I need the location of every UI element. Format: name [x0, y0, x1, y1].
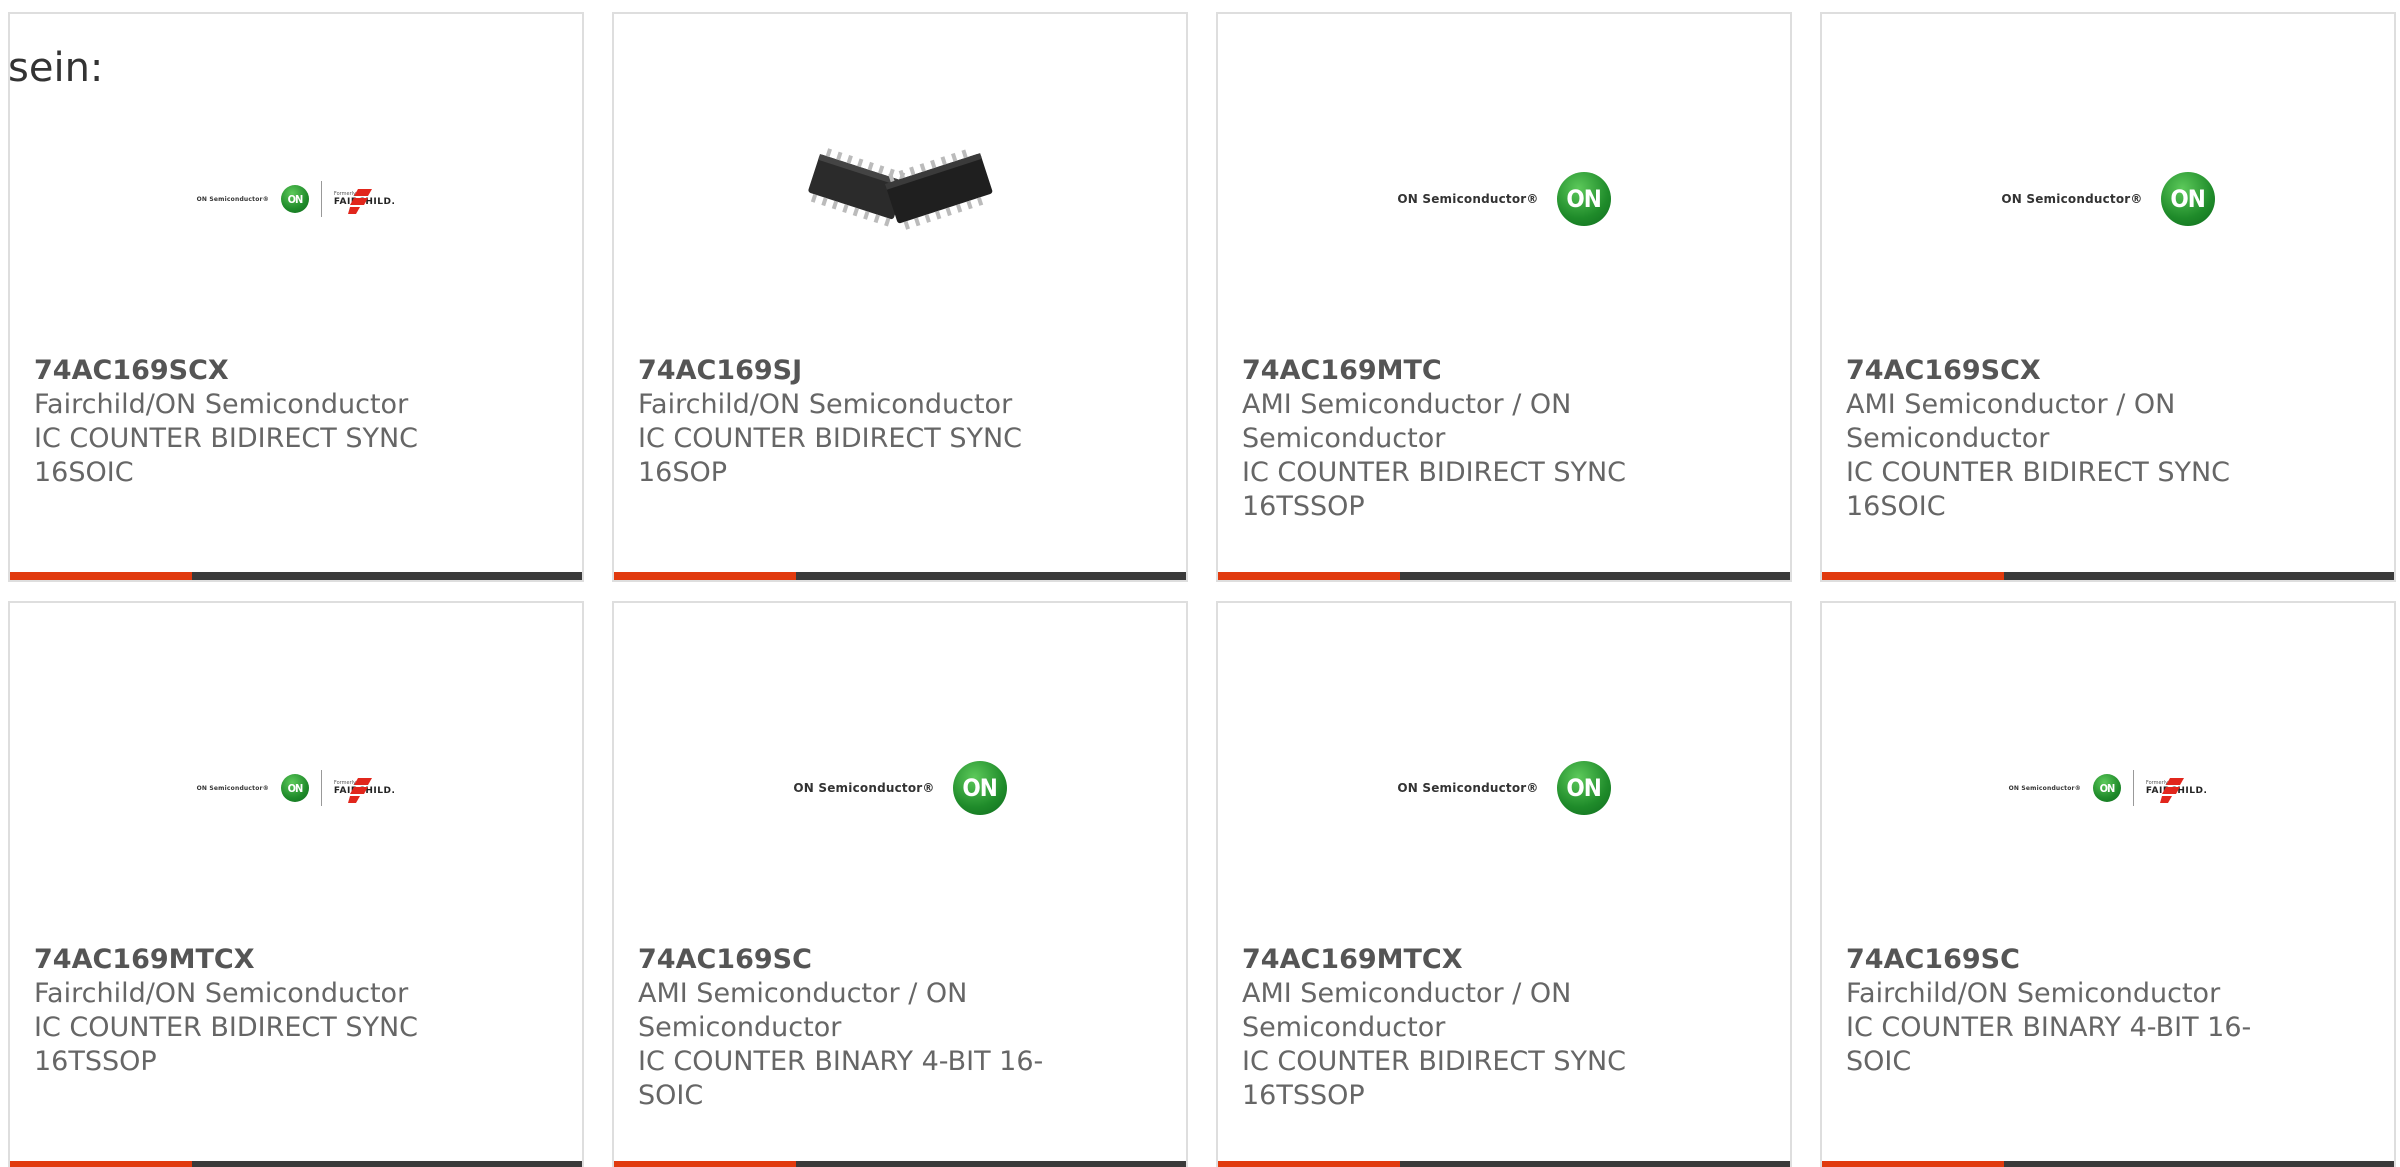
card-accent-bar: [614, 572, 796, 580]
on-semi-wordmark: ON Semiconductor®: [196, 784, 269, 792]
on-logo-icon: ON: [2092, 774, 2121, 802]
part-number[interactable]: 74AC169SCX: [34, 354, 454, 388]
on-logo-icon: ON: [1556, 172, 1611, 226]
product-info: 74AC169MTC AMI Semiconductor / ON Semicon…: [1242, 354, 1662, 524]
card-accent-bar: [1822, 1161, 2004, 1167]
logo-divider: [320, 770, 322, 806]
product-card[interactable]: ON Semiconductor® ON 74AC169SCX AMI Semicon…: [1820, 12, 2396, 582]
on-semi-wordmark: ON Semiconductor®: [793, 781, 935, 795]
product-image[interactable]: ON Semiconductor® ON FormerlyFAIRCHILD.: [10, 673, 582, 903]
product-info: 74AC169SJ Fairchild/ON Semiconductor IC CO…: [638, 354, 1058, 490]
fairchild-logo: FormerlyFAIRCHILD.: [2146, 778, 2207, 803]
manufacturer: AMI Semiconductor / ON Semiconductor: [1242, 389, 1572, 454]
part-number[interactable]: 74AC169MTCX: [1242, 943, 1662, 977]
on-logo-icon: ON: [280, 774, 309, 802]
card-footer-bar: [1822, 1161, 2394, 1167]
fairchild-logo: FormerlyFAIRCHILD.: [334, 778, 395, 803]
part-number[interactable]: 74AC169SC: [638, 943, 1058, 977]
manufacturer: AMI Semiconductor / ON Semiconductor: [1242, 978, 1572, 1043]
card-footer-bar: [10, 572, 582, 580]
product-info: 74AC169SC AMI Semiconductor / ON Semicond…: [638, 943, 1058, 1113]
part-number[interactable]: 74AC169MTC: [1242, 354, 1662, 388]
product-card[interactable]: ON Semiconductor® ON 74AC169MTC AMI Semicon…: [1216, 12, 1792, 582]
card-accent-bar: [1218, 572, 1400, 580]
product-description: IC COUNTER BIDIRECT SYNC 16SOIC: [1846, 457, 2231, 522]
card-footer-bar: [1822, 572, 2394, 580]
on-logo-icon: ON: [952, 761, 1007, 815]
product-info: 74AC169SCX AMI Semiconductor / ON Semicon…: [1846, 354, 2266, 524]
manufacturer: AMI Semiconductor / ON Semiconductor: [1846, 389, 2176, 454]
product-image[interactable]: ON Semiconductor® ON: [614, 673, 1186, 903]
on-semi-wordmark: ON Semiconductor®: [2001, 192, 2143, 206]
product-image[interactable]: ON Semiconductor® ON: [1218, 673, 1790, 903]
card-footer-bar: [614, 572, 1186, 580]
product-image[interactable]: ON Semiconductor® ON: [1218, 84, 1790, 314]
product-description: IC COUNTER BIDIRECT SYNC 16TSSOP: [34, 1012, 419, 1077]
product-card[interactable]: ON Semiconductor® ON 74AC169SC AMI Semicond…: [612, 601, 1188, 1167]
product-info: 74AC169MTCX AMI Semiconductor / ON Semico…: [1242, 943, 1662, 1113]
product-description: IC COUNTER BINARY 4-BIT 16-SOIC: [1846, 1012, 2252, 1077]
product-card[interactable]: 74AC169SJ Fairchild/ON Semiconductor IC CO…: [612, 12, 1188, 582]
card-footer-bar: [1218, 572, 1790, 580]
on-semiconductor-logo: ON Semiconductor® ON: [2001, 172, 2215, 226]
on-semiconductor-logo: ON Semiconductor® ON: [1397, 761, 1611, 815]
product-description: IC COUNTER BIDIRECT SYNC 16TSSOP: [1242, 457, 1627, 522]
product-image[interactable]: ON Semiconductor® ON: [1822, 84, 2394, 314]
on-semi-wordmark: ON Semiconductor®: [1397, 781, 1539, 795]
intro-text: sein:: [8, 45, 104, 91]
card-footer-bar: [614, 1161, 1186, 1167]
product-description: IC COUNTER BIDIRECT SYNC 16SOIC: [34, 423, 419, 488]
part-number[interactable]: 74AC169MTCX: [34, 943, 454, 977]
logo-divider: [320, 181, 322, 217]
product-info: 74AC169SCX Fairchild/ON Semiconductor IC C…: [34, 354, 454, 490]
product-image[interactable]: ON Semiconductor® ON FormerlyFAIRCHILD.: [10, 84, 582, 314]
card-accent-bar: [1822, 572, 2004, 580]
part-number[interactable]: 74AC169SJ: [638, 354, 1058, 388]
page: sein: ON Semiconductor® ON FormerlyFAIRCHI…: [0, 0, 2400, 1167]
card-accent-bar: [10, 1161, 192, 1167]
product-image[interactable]: [614, 84, 1186, 314]
on-semi-wordmark: ON Semiconductor®: [1397, 192, 1539, 206]
fairchild-mark-icon: [2159, 778, 2184, 803]
product-grid: ON Semiconductor® ON FormerlyFAIRCHILD. 74A…: [0, 0, 2400, 1167]
logo-divider: [2132, 770, 2134, 806]
on-logo-icon: ON: [280, 185, 309, 213]
manufacturer: AMI Semiconductor / ON Semiconductor: [638, 978, 968, 1043]
card-accent-bar: [614, 1161, 796, 1167]
manufacturer: Fairchild/ON Semiconductor: [34, 978, 409, 1009]
card-accent-bar: [1218, 1161, 1400, 1167]
product-description: IC COUNTER BIDIRECT SYNC 16SOP: [638, 423, 1023, 488]
product-card[interactable]: ON Semiconductor® ON FormerlyFAIRCHILD. 74A…: [8, 601, 584, 1167]
product-description: IC COUNTER BINARY 4-BIT 16-SOIC: [638, 1046, 1044, 1111]
card-footer-bar: [1218, 1161, 1790, 1167]
manufacturer: Fairchild/ON Semiconductor: [1846, 978, 2221, 1009]
on-semi-wordmark: ON Semiconductor®: [196, 195, 269, 203]
fairchild-mark-icon: [347, 778, 372, 803]
product-info: 74AC169SC Fairchild/ON Semiconductor IC CO…: [1846, 943, 2266, 1079]
part-number[interactable]: 74AC169SC: [1846, 943, 2266, 977]
product-image[interactable]: ON Semiconductor® ON FormerlyFAIRCHILD.: [1822, 673, 2394, 903]
product-card[interactable]: ON Semiconductor® ON FormerlyFAIRCHILD. 74A…: [1820, 601, 2396, 1167]
fairchild-logo: FormerlyFAIRCHILD.: [334, 189, 395, 214]
product-info: 74AC169MTCX Fairchild/ON Semiconductor IC …: [34, 943, 454, 1079]
on-logo-icon: ON: [2160, 172, 2215, 226]
on-semiconductor-logo: ON Semiconductor® ON: [793, 761, 1007, 815]
on-fairchild-logo: ON Semiconductor® ON FormerlyFAIRCHILD.: [197, 770, 396, 806]
on-fairchild-logo: ON Semiconductor® ON FormerlyFAIRCHILD.: [197, 181, 396, 217]
card-footer-bar: [10, 1161, 582, 1167]
card-accent-bar: [10, 572, 192, 580]
product-card[interactable]: ON Semiconductor® ON 74AC169MTCX AMI Semico…: [1216, 601, 1792, 1167]
ic-chip-image: [800, 99, 1000, 299]
on-logo-icon: ON: [1556, 761, 1611, 815]
manufacturer: Fairchild/ON Semiconductor: [34, 389, 409, 420]
fairchild-mark-icon: [347, 189, 372, 214]
part-number[interactable]: 74AC169SCX: [1846, 354, 2266, 388]
on-semiconductor-logo: ON Semiconductor® ON: [1397, 172, 1611, 226]
product-description: IC COUNTER BIDIRECT SYNC 16TSSOP: [1242, 1046, 1627, 1111]
manufacturer: Fairchild/ON Semiconductor: [638, 389, 1013, 420]
on-fairchild-logo: ON Semiconductor® ON FormerlyFAIRCHILD.: [2009, 770, 2208, 806]
on-semi-wordmark: ON Semiconductor®: [2008, 784, 2081, 792]
